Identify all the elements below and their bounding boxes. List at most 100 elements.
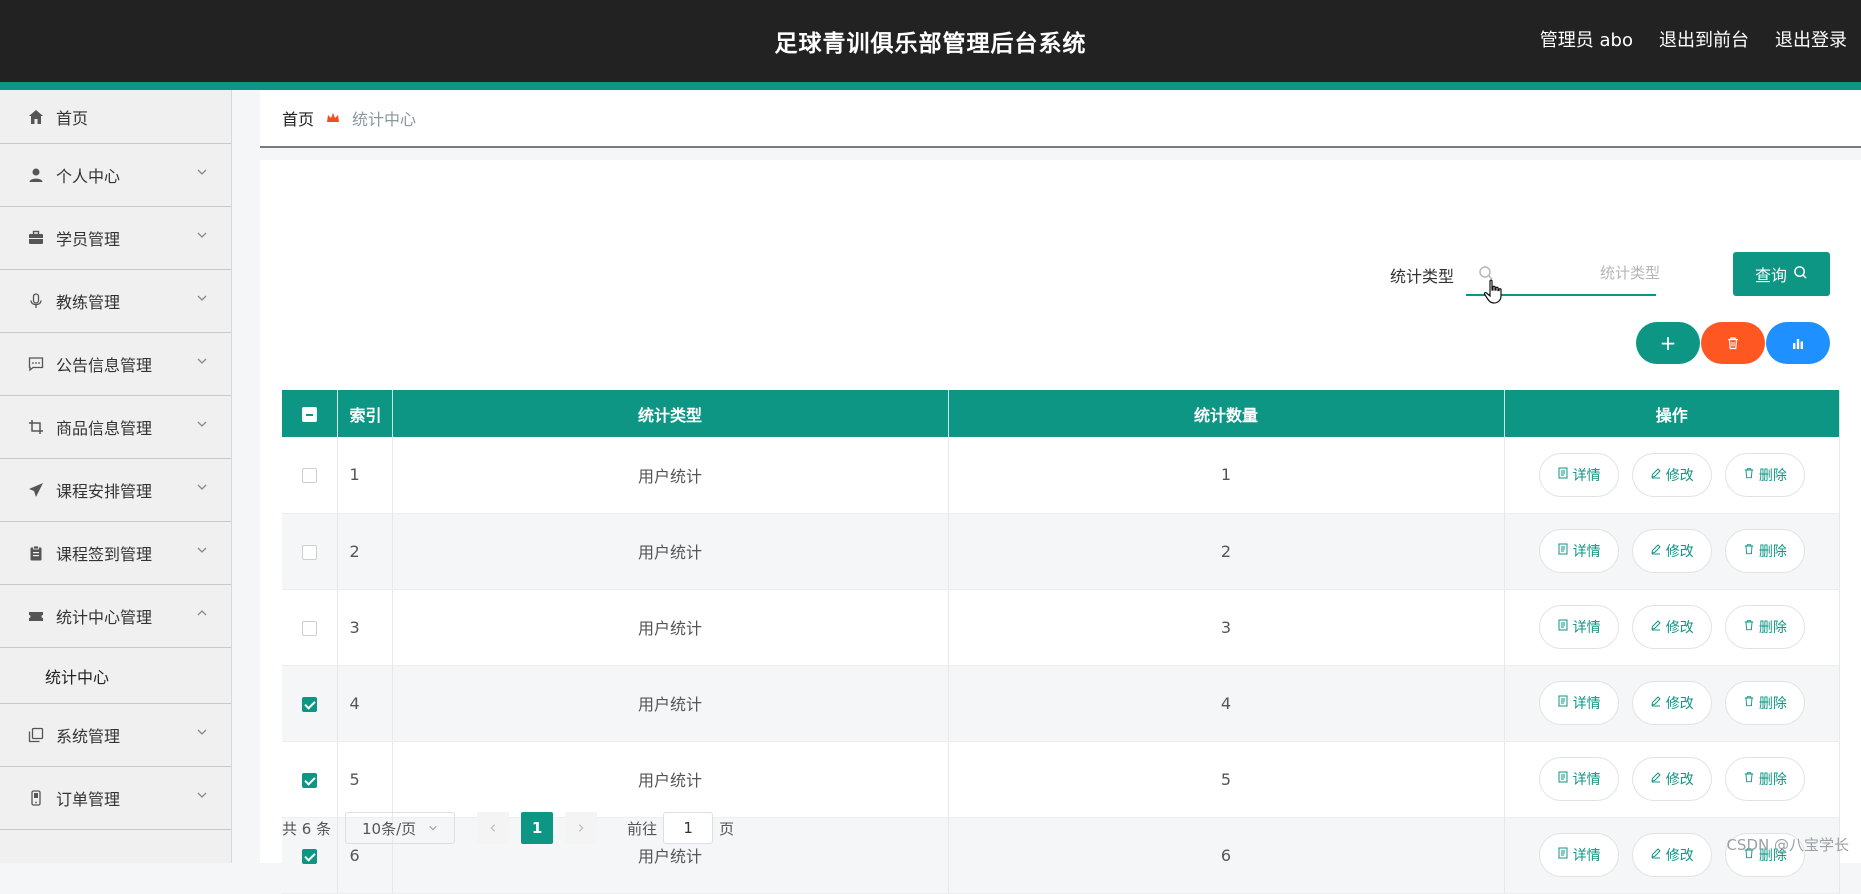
cell-type: 用户统计: [392, 437, 948, 513]
add-button[interactable]: +: [1636, 322, 1700, 364]
header-ops: 操作: [1504, 390, 1840, 437]
row-checkbox[interactable]: [302, 621, 317, 636]
delete-button[interactable]: 删除: [1725, 529, 1805, 573]
cell-index: 2: [337, 513, 392, 589]
admin-label[interactable]: 管理员 abo: [1540, 26, 1633, 52]
trash-icon: [1726, 331, 1740, 355]
row-select-cell[interactable]: [282, 437, 337, 513]
sidebar-item-home[interactable]: 首页: [0, 90, 231, 144]
chart-button[interactable]: [1766, 322, 1830, 364]
batch-delete-button[interactable]: [1701, 322, 1765, 364]
logout-link[interactable]: 退出登录: [1775, 26, 1847, 52]
detail-button[interactable]: 详情: [1539, 453, 1619, 497]
delete-button-label: 删除: [1759, 617, 1787, 637]
detail-button[interactable]: 详情: [1539, 681, 1619, 725]
edit-button[interactable]: 修改: [1632, 833, 1712, 877]
search-input[interactable]: [1510, 264, 1660, 282]
chevron-down-icon: [195, 789, 209, 803]
query-button[interactable]: 查询: [1733, 252, 1830, 296]
topbar-accent-line: [0, 82, 1861, 90]
delete-button[interactable]: 删除: [1725, 605, 1805, 649]
detail-button[interactable]: 详情: [1539, 757, 1619, 801]
chevron-down-icon: [195, 726, 209, 740]
row-select-cell[interactable]: [282, 665, 337, 741]
sidebar-item-students[interactable]: 学员管理: [0, 207, 231, 270]
document-icon: [1557, 771, 1569, 787]
page-size-select[interactable]: 10条/页: [345, 812, 455, 844]
cell-ops: 详情 修改 删除: [1504, 665, 1840, 741]
sidebar-item-system[interactable]: 系统管理: [0, 704, 231, 767]
edit-button[interactable]: 修改: [1632, 453, 1712, 497]
sidebar-item-announcements[interactable]: 公告信息管理: [0, 333, 231, 396]
cell-count: 2: [948, 513, 1504, 589]
edit-button[interactable]: 修改: [1632, 757, 1712, 801]
crown-icon: [326, 111, 340, 125]
sidebar-item-products[interactable]: 商品信息管理: [0, 396, 231, 459]
row-checkbox[interactable]: [302, 468, 317, 483]
phone-icon: [27, 789, 45, 807]
goto-page-input[interactable]: [663, 812, 713, 844]
back-to-front-link[interactable]: 退出到前台: [1659, 26, 1749, 52]
breadcrumb-current: 统计中心: [352, 106, 416, 130]
sidebar-item-course-schedule[interactable]: 课程安排管理: [0, 459, 231, 522]
prev-page-button[interactable]: [477, 812, 509, 844]
sidebar-item-orders[interactable]: 订单管理: [0, 767, 231, 830]
delete-button[interactable]: 删除: [1725, 681, 1805, 725]
query-button-label: 查询: [1755, 262, 1787, 286]
detail-button[interactable]: 详情: [1539, 529, 1619, 573]
cell-index: 3: [337, 589, 392, 665]
cell-ops: 详情 修改 删除: [1504, 741, 1840, 817]
edit-button[interactable]: 修改: [1632, 605, 1712, 649]
cell-type: 用户统计: [392, 589, 948, 665]
table-row: 1 用户统计 1 详情 修改 删除: [282, 437, 1840, 513]
document-icon: [1557, 543, 1569, 559]
next-page-button[interactable]: [565, 812, 597, 844]
delete-button[interactable]: 删除: [1725, 453, 1805, 497]
edit-button[interactable]: 修改: [1632, 681, 1712, 725]
sidebar-item-label: 公告信息管理: [56, 352, 152, 376]
sidebar-subitem-statistics-center[interactable]: 统计中心: [0, 648, 231, 704]
row-checkbox[interactable]: [302, 697, 317, 712]
page-number-current[interactable]: 1: [521, 812, 553, 844]
edit-button-label: 修改: [1666, 845, 1694, 865]
sidebar-item-label: 个人中心: [56, 163, 120, 187]
table-row: 2 用户统计 2 详情 修改 删除: [282, 513, 1840, 589]
edit-button[interactable]: 修改: [1632, 529, 1712, 573]
cell-type: 用户统计: [392, 741, 948, 817]
row-select-cell[interactable]: [282, 741, 337, 817]
sidebar-subitem-label: 统计中心: [45, 664, 109, 688]
row-checkbox[interactable]: [302, 773, 317, 788]
chevron-down-icon: [195, 229, 209, 243]
chevron-down-icon: [195, 355, 209, 369]
delete-button[interactable]: 删除: [1725, 757, 1805, 801]
detail-button[interactable]: 详情: [1539, 833, 1619, 877]
cell-count: 3: [948, 589, 1504, 665]
sidebar-item-personal-center[interactable]: 个人中心: [0, 144, 231, 207]
chevron-down-icon: [195, 544, 209, 558]
row-checkbox[interactable]: [302, 545, 317, 560]
sidebar-item-course-checkin[interactable]: 课程签到管理: [0, 522, 231, 585]
sidebar-item-coaches[interactable]: 教练管理: [0, 270, 231, 333]
sidebar-item-statistics[interactable]: 统计中心管理: [0, 585, 231, 648]
trash-icon: [1743, 467, 1755, 483]
row-select-cell[interactable]: [282, 513, 337, 589]
search-label: 统计类型: [1390, 263, 1454, 287]
select-all-checkbox[interactable]: [302, 407, 317, 422]
page-size-value: 10条/页: [362, 818, 416, 839]
breadcrumb-home[interactable]: 首页: [282, 106, 314, 130]
cell-ops: 详情 修改 删除: [1504, 513, 1840, 589]
row-select-cell[interactable]: [282, 589, 337, 665]
chevron-down-icon: [195, 166, 209, 180]
sidebar-item-label: 商品信息管理: [56, 415, 152, 439]
header-select-all[interactable]: [282, 390, 337, 437]
detail-button[interactable]: 详情: [1539, 605, 1619, 649]
cell-index: 1: [337, 437, 392, 513]
row-checkbox[interactable]: [302, 849, 317, 864]
table-row: 3 用户统计 3 详情 修改 删除: [282, 589, 1840, 665]
cell-count: 4: [948, 665, 1504, 741]
cell-count: 6: [948, 817, 1504, 893]
delete-button-label: 删除: [1759, 465, 1787, 485]
briefcase-icon: [27, 229, 45, 247]
content-panel: 统计类型 查询 +: [260, 160, 1861, 863]
sidebar-item-label: 统计中心管理: [56, 604, 152, 628]
